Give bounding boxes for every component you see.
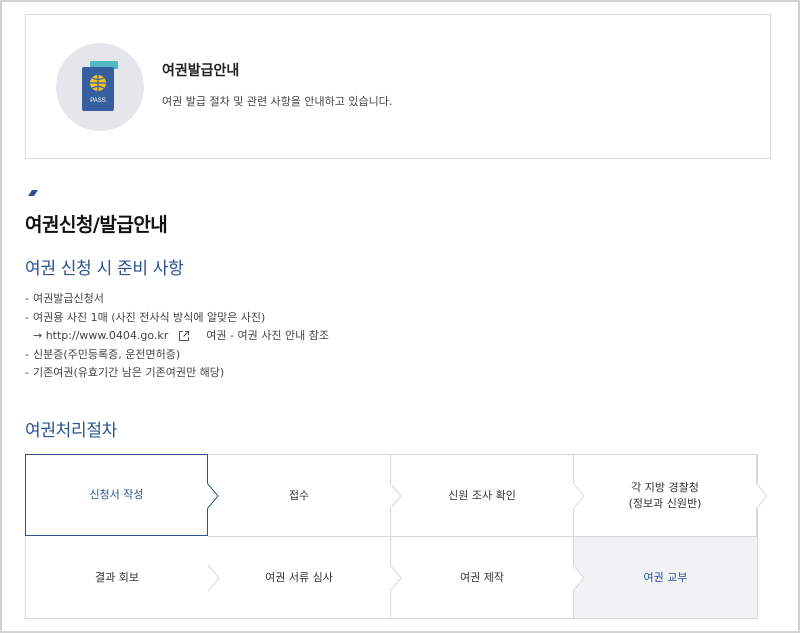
chevron-right-icon — [573, 483, 585, 509]
process-step-2: 접수 — [208, 455, 402, 537]
banner-title: 여권발급안내 — [162, 63, 240, 79]
passport-icon-circle: PASS — [56, 43, 144, 131]
passport-icon: PASS — [82, 61, 118, 111]
passport-icon-text: PASS — [90, 98, 106, 104]
process-step-label: 여권 교부 — [643, 570, 688, 584]
process-step-3: 신원 조사 확인 — [391, 455, 585, 537]
prep-item: 기존여권(유효기간 남은 기존여권만 해당) — [25, 364, 329, 383]
prep-item: 여권발급신청서 — [25, 290, 329, 309]
process-step-8: 여권 교부 — [574, 537, 757, 619]
process-step-6: 여권 서류 심사 — [208, 537, 402, 619]
banner-description: 여권 발급 절차 및 관련 사항을 안내하고 있습니다. — [162, 95, 393, 108]
process-step-4: 각 지방 경찰청 (정보과 신원반) — [574, 455, 768, 537]
process-title: 여권처리절차 — [25, 421, 118, 441]
chevron-right-icon — [390, 565, 402, 591]
chevron-right-icon — [390, 483, 402, 509]
process-step-label: 신원 조사 확인 — [448, 488, 516, 502]
process-step-label: 각 지방 경찰청 (정보과 신원반) — [628, 480, 702, 510]
photo-link-line: → http://www.0404.go.kr 여권 - 여권 사진 안내 참조 — [33, 327, 329, 346]
photo-link-note: 여권 - 여권 사진 안내 참조 — [206, 329, 329, 342]
section-accent-icon — [28, 190, 38, 196]
section-title: 여권신청/발급안내 — [25, 214, 168, 236]
process-step-label: 결과 회보 — [95, 570, 139, 584]
chevron-right-icon — [207, 483, 219, 509]
process-grid: 신청서 작성 접수 신원 조사 확인 각 지방 경찰청 (정보과 신원반) 결과… — [25, 454, 768, 619]
process-step-7: 여권 제작 — [391, 537, 585, 619]
chevron-right-icon — [756, 483, 768, 509]
chevron-right-icon — [573, 565, 585, 591]
prep-item: 신분증(주민등록증, 운전면허증) — [25, 346, 329, 365]
prep-item: 여권용 사진 1매 (사진 전사식 방식에 알맞은 사진) → http://w… — [25, 309, 329, 346]
prep-item-label: 여권용 사진 1매 (사진 전사식 방식에 알맞은 사진) — [33, 310, 266, 324]
info-banner: PASS 여권발급안내 여권 발급 절차 및 관련 사항을 안내하고 있습니다. — [25, 14, 771, 159]
process-step-5: 결과 회보 — [26, 537, 220, 619]
process-step-1: 신청서 작성 — [25, 454, 219, 536]
external-link-icon[interactable] — [178, 330, 190, 342]
process-step-label: 여권 서류 심사 — [265, 570, 333, 584]
process-step-label: 접수 — [288, 488, 310, 502]
process-step-label: 여권 제작 — [460, 570, 504, 584]
prep-list: 여권발급신청서 여권용 사진 1매 (사진 전사식 방식에 알맞은 사진) → … — [25, 290, 329, 383]
photo-link[interactable]: → http://www.0404.go.kr — [33, 327, 168, 346]
prep-title: 여권 신청 시 준비 사항 — [25, 259, 184, 279]
process-step-label: 신청서 작성 — [89, 488, 144, 501]
chevron-right-icon — [208, 565, 220, 591]
